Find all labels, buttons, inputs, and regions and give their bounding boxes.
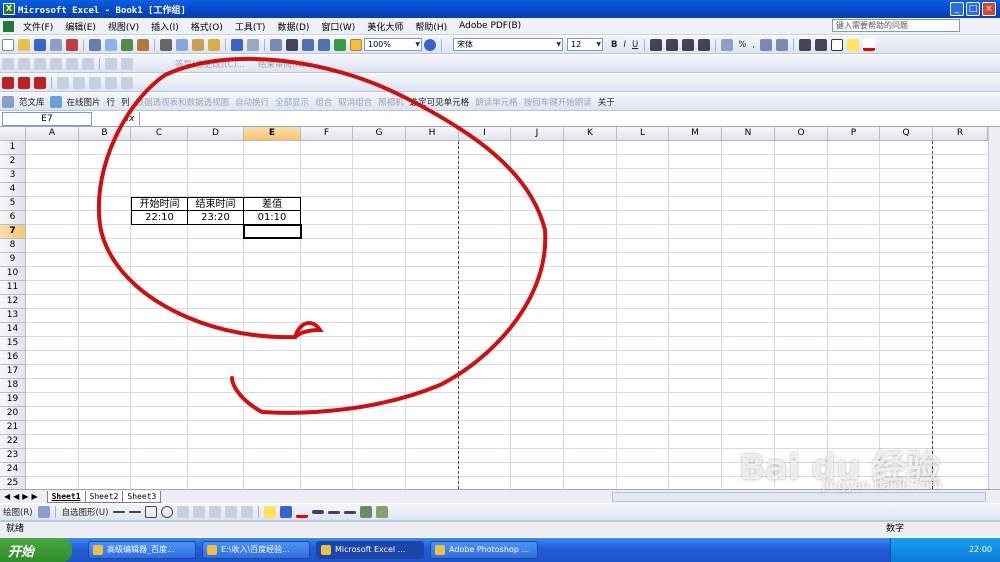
red-circle-annotation [96,56,548,415]
